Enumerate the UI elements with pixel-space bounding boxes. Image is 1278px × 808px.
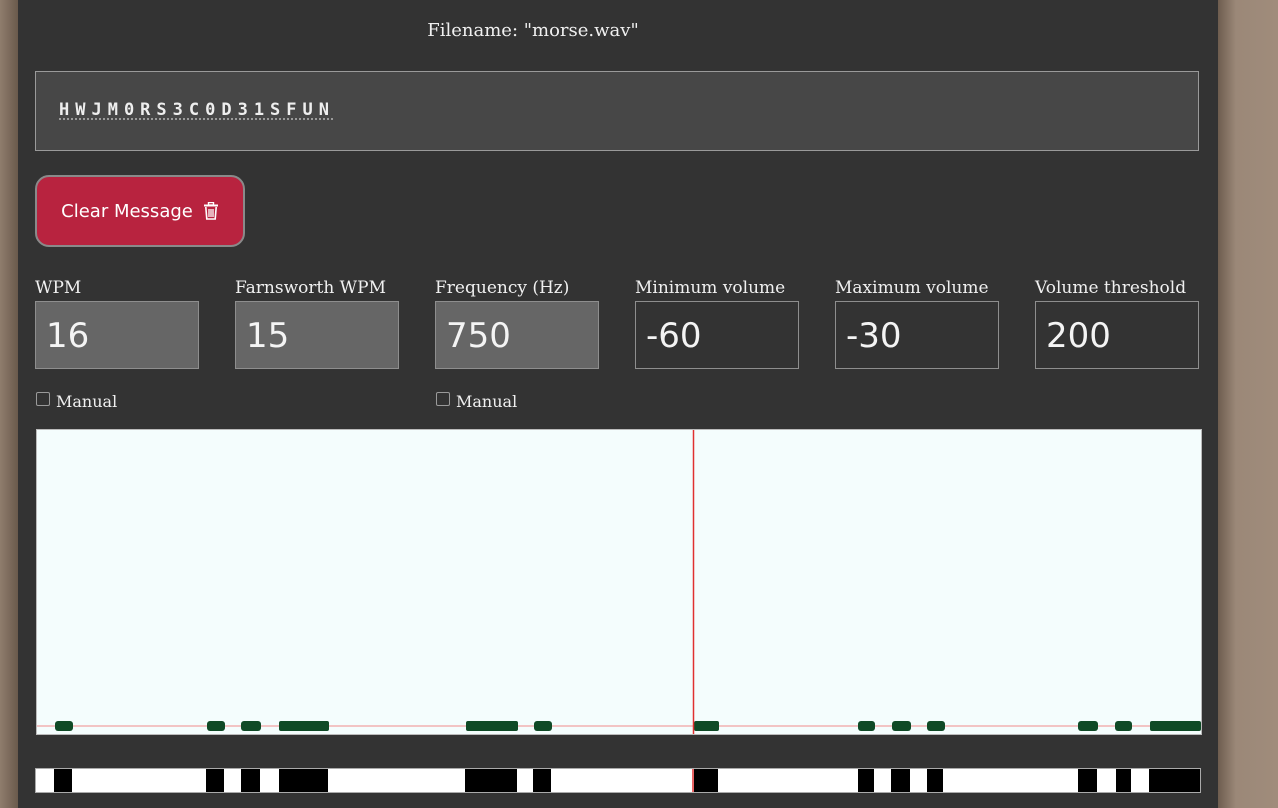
- signal-pulse: [55, 721, 73, 731]
- wpm-input[interactable]: 16: [35, 301, 199, 369]
- manual-frequency-checkbox[interactable]: [436, 391, 450, 406]
- signal-pulse: [1078, 721, 1098, 731]
- wpm-label: WPM: [35, 278, 82, 298]
- morse-mark: [279, 769, 328, 792]
- farnsworth-wpm-field: Farnsworth WPM 15: [235, 278, 399, 369]
- morse-mark: [1149, 769, 1200, 792]
- signal-pulse: [1150, 721, 1201, 731]
- morse-mark: [891, 769, 910, 792]
- decoded-message-text: HWJM0RS3C0D31SFUN: [59, 100, 335, 120]
- morse-mark: [206, 769, 224, 792]
- manual-wpm-toggle[interactable]: Manual: [36, 391, 118, 411]
- farnsworth-wpm-label: Farnsworth WPM: [235, 278, 386, 298]
- morse-mark: [1116, 769, 1131, 792]
- clear-message-button[interactable]: Clear Message: [35, 175, 245, 247]
- signal-pulse: [858, 721, 875, 731]
- morse-mark: [1078, 769, 1097, 792]
- decoder-panel: Filename: "morse.wav" HWJM0RS3C0D31SFUN …: [18, 0, 1218, 808]
- morse-mark: [533, 769, 551, 792]
- morse-timeline-strip[interactable]: [35, 768, 1201, 793]
- clear-message-label: Clear Message: [61, 200, 193, 222]
- filename-label: Filename: "morse.wav": [427, 20, 639, 41]
- morse-mark: [694, 769, 718, 792]
- signal-pulse: [534, 721, 552, 731]
- manual-wpm-label: Manual: [56, 392, 118, 411]
- maximum-volume-label: Maximum volume: [835, 278, 989, 298]
- morse-mark: [54, 769, 72, 792]
- maximum-volume-input[interactable]: -30: [835, 301, 999, 369]
- signal-pulse: [207, 721, 225, 731]
- signal-pulse: [892, 721, 911, 731]
- manual-wpm-checkbox[interactable]: [36, 391, 50, 406]
- signal-pulse: [694, 721, 719, 731]
- farnsworth-wpm-input[interactable]: 15: [235, 301, 399, 369]
- frequency-input[interactable]: 750: [435, 301, 599, 369]
- morse-mark: [858, 769, 874, 792]
- signal-pulse: [279, 721, 329, 731]
- wpm-field: WPM 16: [35, 278, 199, 369]
- morse-mark: [927, 769, 943, 792]
- morse-mark: [241, 769, 260, 792]
- morse-mark: [465, 769, 517, 792]
- manual-frequency-toggle[interactable]: Manual: [436, 391, 518, 411]
- trash-icon: [203, 201, 219, 220]
- signal-pulse: [1115, 721, 1132, 731]
- desktop-background-right: [1218, 0, 1278, 808]
- volume-threshold-input[interactable]: 200: [1035, 301, 1199, 369]
- manual-frequency-label: Manual: [456, 392, 518, 411]
- frequency-label: Frequency (Hz): [435, 278, 570, 298]
- maximum-volume-field: Maximum volume -30: [835, 278, 999, 369]
- volume-threshold-label: Volume threshold: [1035, 278, 1187, 298]
- volume-threshold-field: Volume threshold 200: [1035, 278, 1199, 369]
- frequency-field: Frequency (Hz) 750: [435, 278, 599, 369]
- minimum-volume-input[interactable]: -60: [635, 301, 799, 369]
- minimum-volume-label: Minimum volume: [635, 278, 786, 298]
- signal-waveform[interactable]: [36, 429, 1202, 735]
- signal-pulse: [927, 721, 945, 731]
- decoded-message-box[interactable]: HWJM0RS3C0D31SFUN: [35, 71, 1199, 151]
- desktop-background-left: [0, 0, 18, 808]
- signal-pulse: [241, 721, 261, 731]
- minimum-volume-field: Minimum volume -60: [635, 278, 799, 369]
- signal-pulse: [466, 721, 518, 731]
